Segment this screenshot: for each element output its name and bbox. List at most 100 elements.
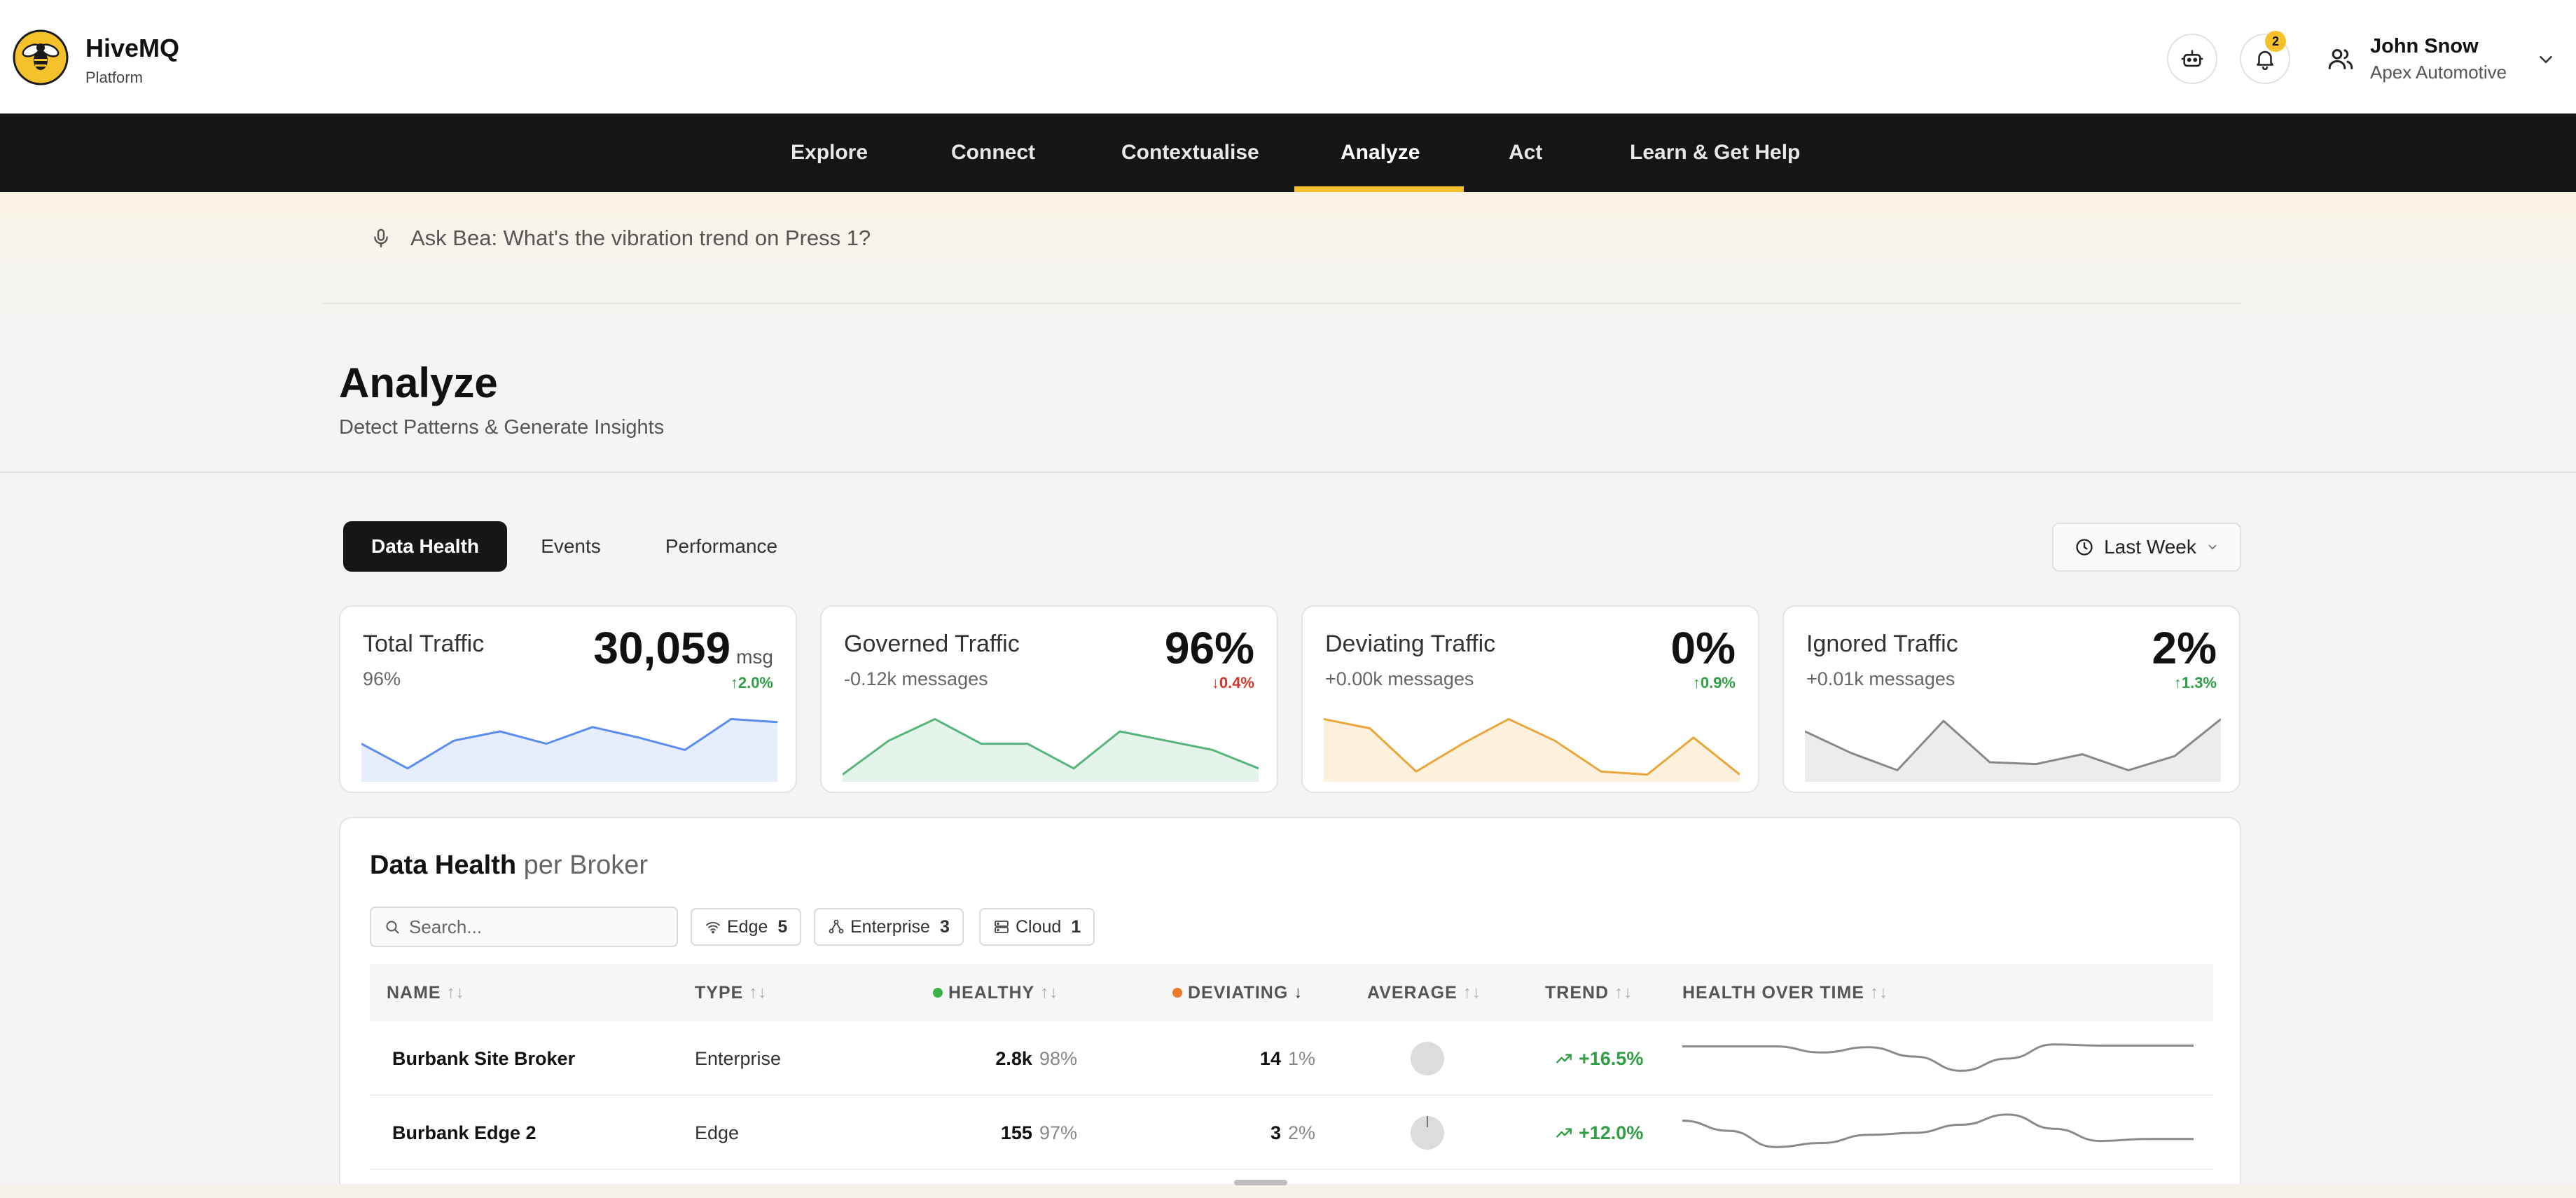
kpi-delta: ↓0.4% [1211,674,1254,691]
health-curve [1682,1043,2194,1072]
nav-item-connect[interactable]: Connect [951,113,1035,192]
table-row[interactable]: Burbank Edge 2 Edge 155 97% 3 2% +12.0% [370,1096,2213,1170]
kpi-sparkline [1324,717,1740,782]
column-header-type[interactable]: TYPE ↑↓ [695,964,767,1021]
deviating-count: 3 [1270,1122,1281,1143]
healthy-percent: 98% [1039,1047,1077,1069]
pie-slice [1427,1116,1428,1127]
hivemq-logo-icon[interactable] [13,29,69,85]
nav-item-contextualise[interactable]: Contextualise [1121,113,1259,192]
time-range-dropdown[interactable]: Last Week [2052,523,2241,572]
panel-title-bold: Data Health [370,851,517,880]
column-header-health-over-time[interactable]: HEALTH OVER TIME ↑↓ [1682,964,1888,1021]
filter-chip-enterprise[interactable]: Enterprise 3 [814,908,964,946]
kpi-sparkline [361,717,777,782]
kpi-delta: ↑1.3% [2173,674,2217,691]
deviating-dot-icon [1172,988,1182,998]
column-label: DEVIATING [1188,982,1289,1003]
kpi-value-number: 30,059 [593,623,731,673]
trend-up-icon [1556,1054,1572,1063]
nav-item-act[interactable]: Act [1509,113,1542,192]
ask-bea-input[interactable]: Ask Bea: What's the vibration trend on P… [410,226,871,251]
wifi-icon [706,922,720,934]
kpi-value: 2% [2152,623,2217,673]
top-header: HiveMQ Platform 2 John Snow Apex Automot… [0,0,2576,113]
scrollbar-handle[interactable] [1234,1180,1287,1185]
chevron-down-icon [2208,544,2217,550]
kpi-card-governed-traffic[interactable]: Governed Traffic -0.12k messages 96% ↓0.… [820,605,1278,793]
kpi-card-deviating-traffic[interactable]: Deviating Traffic +0.00k messages 0% ↑0.… [1301,605,1759,793]
healthy-cell: 2.8k 98% [995,1021,1077,1096]
time-range-label: Last Week [2104,536,2196,558]
kpi-sparkline [843,717,1259,782]
healthy-count: 2.8k [995,1047,1032,1069]
sort-icon: ↑↓ [749,983,768,1002]
assistant-button[interactable] [2167,34,2217,84]
nav-item-analyze[interactable]: Analyze [1341,113,1420,192]
search-placeholder: Search... [409,916,483,937]
healthy-cell: 155 97% [1001,1096,1077,1170]
kpi-delta-value: 0.4% [1219,674,1254,691]
trend-cell: +16.5% [1555,1021,1643,1096]
column-header-deviating[interactable]: DEVIATING ↓ [1172,964,1303,1021]
kpi-delta-value: 1.3% [2181,674,2217,691]
kpi-value: 30,059 msg [593,622,773,674]
kpi-delta-value: 2.0% [738,674,773,691]
sparkline-area [843,719,1259,782]
chevron-down-icon[interactable] [2535,49,2556,70]
filter-chip-cloud[interactable]: Cloud 1 [979,908,1095,946]
kpi-subtext: +0.01k messages [1806,668,1955,689]
section-divider [0,471,2576,473]
column-label: TYPE [695,982,744,1003]
healthy-dot-icon [933,988,943,998]
kpi-label: Deviating Traffic [1325,631,1496,657]
chip-label: Cloud [1016,916,1062,937]
kpi-label: Governed Traffic [844,631,1020,657]
column-header-trend[interactable]: TREND ↑↓ [1545,964,1633,1021]
kpi-card-total-traffic[interactable]: Total Traffic 96% 30,059 msg ↑2.0% [339,605,797,793]
column-label: HEALTH OVER TIME [1682,982,1864,1003]
table-row[interactable]: Burbank Site Broker Enterprise 2.8k 98% 1… [370,1021,2213,1096]
kpi-value: 0% [1670,623,1736,673]
filter-chip-edge[interactable]: Edge 5 [691,908,802,946]
sparkline-area [361,719,777,782]
kpi-label: Ignored Traffic [1806,631,1958,657]
nav-item-explore[interactable]: Explore [791,113,868,192]
notification-badge: 2 [2265,31,2286,52]
healthy-percent: 97% [1039,1122,1077,1143]
chip-count: 1 [1071,916,1081,937]
column-header-name[interactable]: NAME ↑↓ [387,964,465,1021]
broker-name[interactable]: Burbank Site Broker [392,1021,575,1096]
user-name[interactable]: John Snow [2370,35,2479,58]
tab-data-health[interactable]: Data Health [343,521,507,572]
sparkline-area [1805,719,2221,782]
nav-item-learn-help[interactable]: Learn & Get Help [1630,113,1800,192]
robot-icon [2181,50,2203,67]
tab-performance[interactable]: Performance [646,521,797,572]
deviating-percent: 2% [1287,1122,1315,1143]
kpi-sparkline [1805,718,2221,782]
page-title: Analyze [339,359,498,406]
brand-subtitle: Platform [85,69,143,86]
microphone-icon[interactable] [370,226,392,251]
notifications-button[interactable]: 2 [2240,31,2290,84]
search-input[interactable]: Search... [370,907,678,947]
column-header-healthy[interactable]: HEALTHY ↑↓ [933,964,1058,1021]
trend-value: +12.0% [1579,1122,1644,1143]
kpi-card-ignored-traffic[interactable]: Ignored Traffic +0.01k messages 2% ↑1.3% [1782,605,2241,793]
average-pie-icon [1411,1116,1444,1150]
health-over-time-sparkline [1682,1113,2194,1148]
broker-name[interactable]: Burbank Edge 2 [392,1096,536,1170]
sort-icon: ↑↓ [446,983,465,1002]
healthy-count: 155 [1000,1122,1032,1143]
kpi-delta: ↑2.0% [730,674,773,691]
column-label: AVERAGE [1367,982,1457,1003]
users-icon [2328,49,2353,69]
brand-name: HiveMQ [85,34,180,62]
column-header-average[interactable]: AVERAGE ↑↓ [1367,964,1481,1021]
kpi-subtext: 96% [363,668,401,689]
tab-events[interactable]: Events [524,521,618,572]
trend-value: +16.5% [1579,1047,1644,1069]
health-over-time-sparkline [1682,1043,2194,1072]
network-icon [829,919,844,934]
